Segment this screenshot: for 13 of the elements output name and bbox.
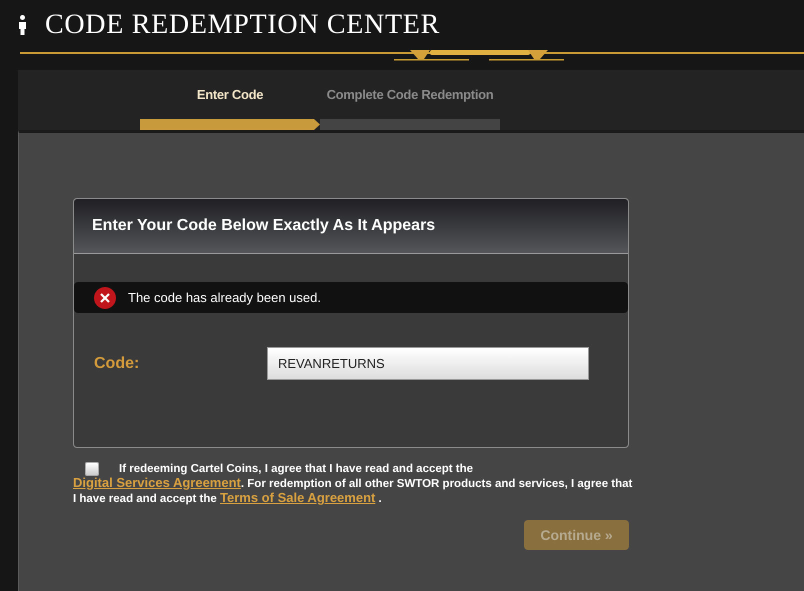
page-title: CODE REDEMPTION CENTER	[45, 8, 440, 42]
code-input[interactable]: REVANRETURNS	[267, 347, 589, 380]
error-message: The code has already been used.	[128, 288, 321, 307]
step-tab[interactable]: Enter Code	[140, 70, 320, 130]
code-label: Code:	[94, 354, 140, 374]
digital-services-link[interactable]: Digital Services Agreement	[73, 475, 241, 490]
terms-of-sale-link[interactable]: Terms of Sale Agreement	[220, 490, 376, 505]
card-title: Enter Your Code Below Exactly As It Appears	[92, 216, 436, 236]
step-tab[interactable]: Complete Code Redemption	[320, 70, 500, 130]
agreement-checkbox[interactable]	[85, 462, 99, 476]
person-icon	[18, 15, 27, 35]
error-icon	[94, 286, 116, 308]
agreement-text: If redeeming Cartel Coins, I agree that I have read and accept the Digital Services Agreement. For redemption of all other SWTOR products and services, I agree that I have read and accept the Terms of Sale Agreement .	[73, 462, 633, 506]
